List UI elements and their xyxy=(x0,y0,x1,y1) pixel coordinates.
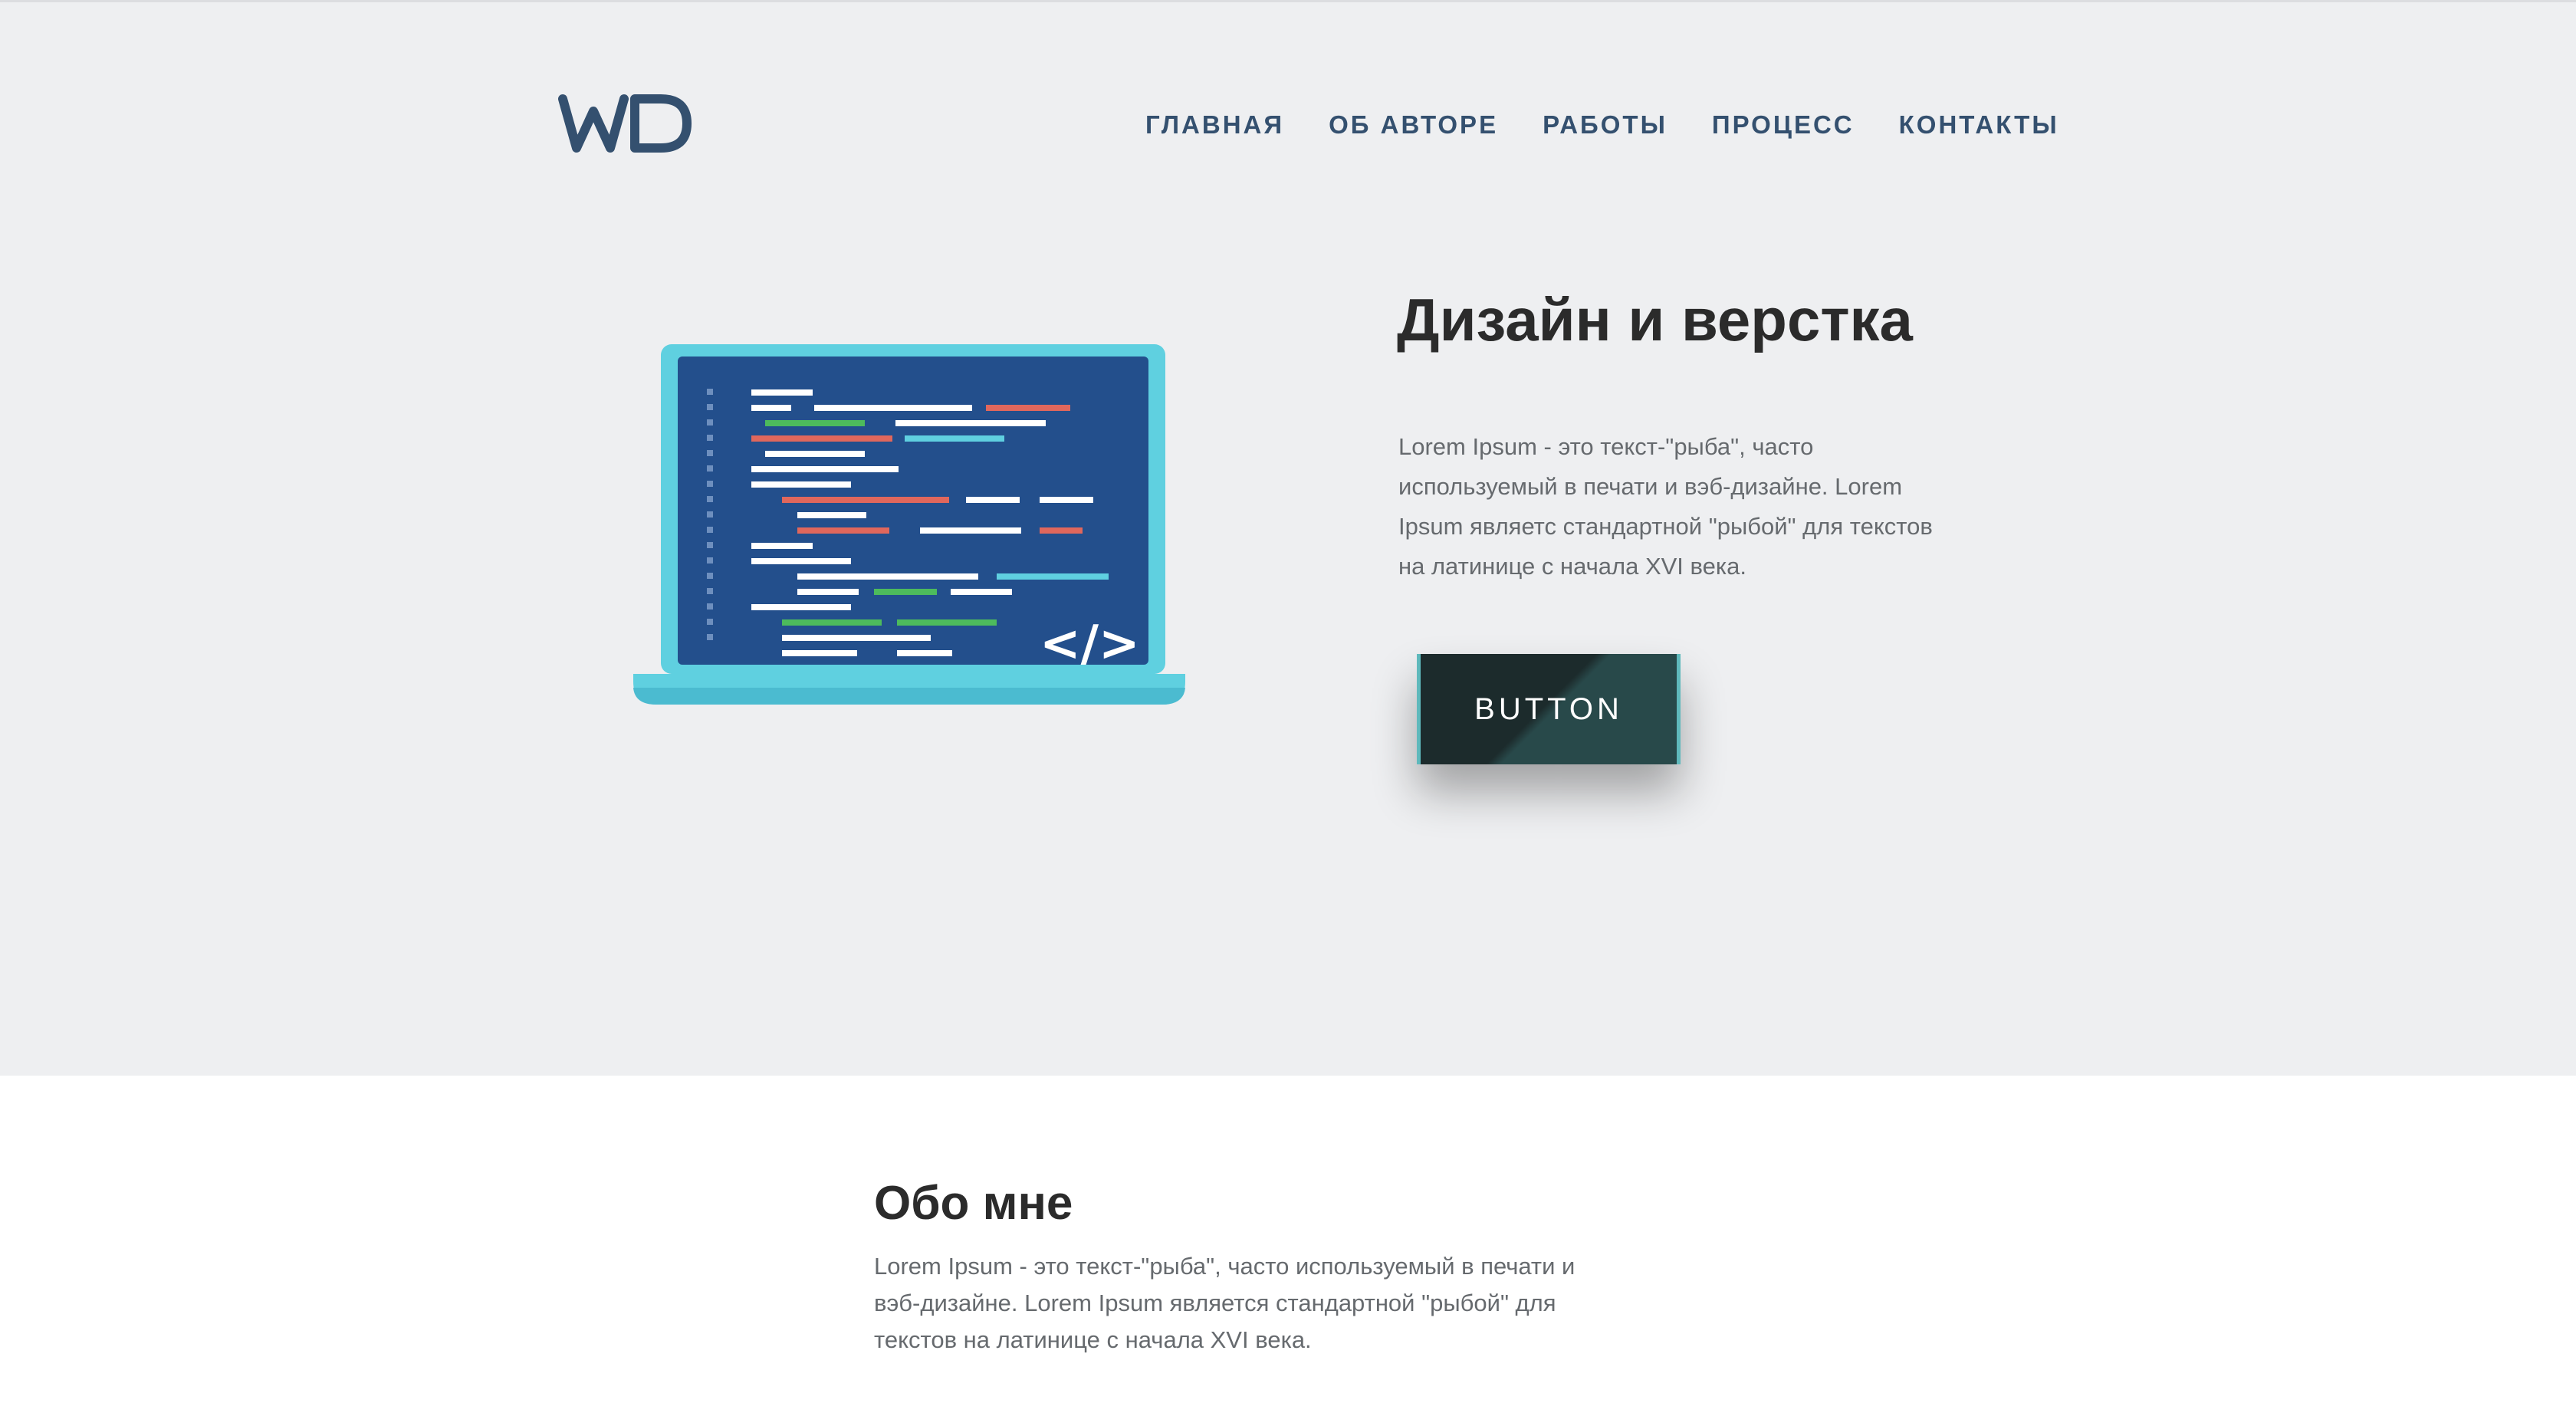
hero-section: WD ГЛАВНАЯ ОБ АВТОРЕ РАБОТЫ ПРОЦЕСС КОНТ… xyxy=(0,2,2576,1076)
hero-title: Дизайн и верстка xyxy=(1397,286,1913,353)
nav-about-author[interactable]: ОБ АВТОРЕ xyxy=(1329,108,1498,142)
nav-process[interactable]: ПРОЦЕСС xyxy=(1712,108,1855,142)
laptop-code-icon: </> xyxy=(633,344,1185,705)
nav-home[interactable]: ГЛАВНАЯ xyxy=(1145,108,1284,142)
about-text: Lorem Ipsum - это текст-"рыба", часто ис… xyxy=(874,1253,1576,1353)
hero-button[interactable]: BUTTON xyxy=(1417,654,1681,764)
nav-works[interactable]: РАБОТЫ xyxy=(1543,108,1668,142)
nav-contacts[interactable]: КОНТАКТЫ xyxy=(1899,108,2059,142)
about-title: Обо мне xyxy=(874,1177,1073,1230)
code-symbol: </> xyxy=(1040,616,1140,672)
site-logo[interactable]: WD xyxy=(558,88,696,157)
hero-text: Lorem Ipsum - это текст-"рыба", часто ис… xyxy=(1398,433,1933,580)
logo-mark: WD xyxy=(558,94,692,153)
main-nav: ГЛАВНАЯ ОБ АВТОРЕ РАБОТЫ ПРОЦЕСС КОНТАКТ… xyxy=(1145,108,2059,142)
